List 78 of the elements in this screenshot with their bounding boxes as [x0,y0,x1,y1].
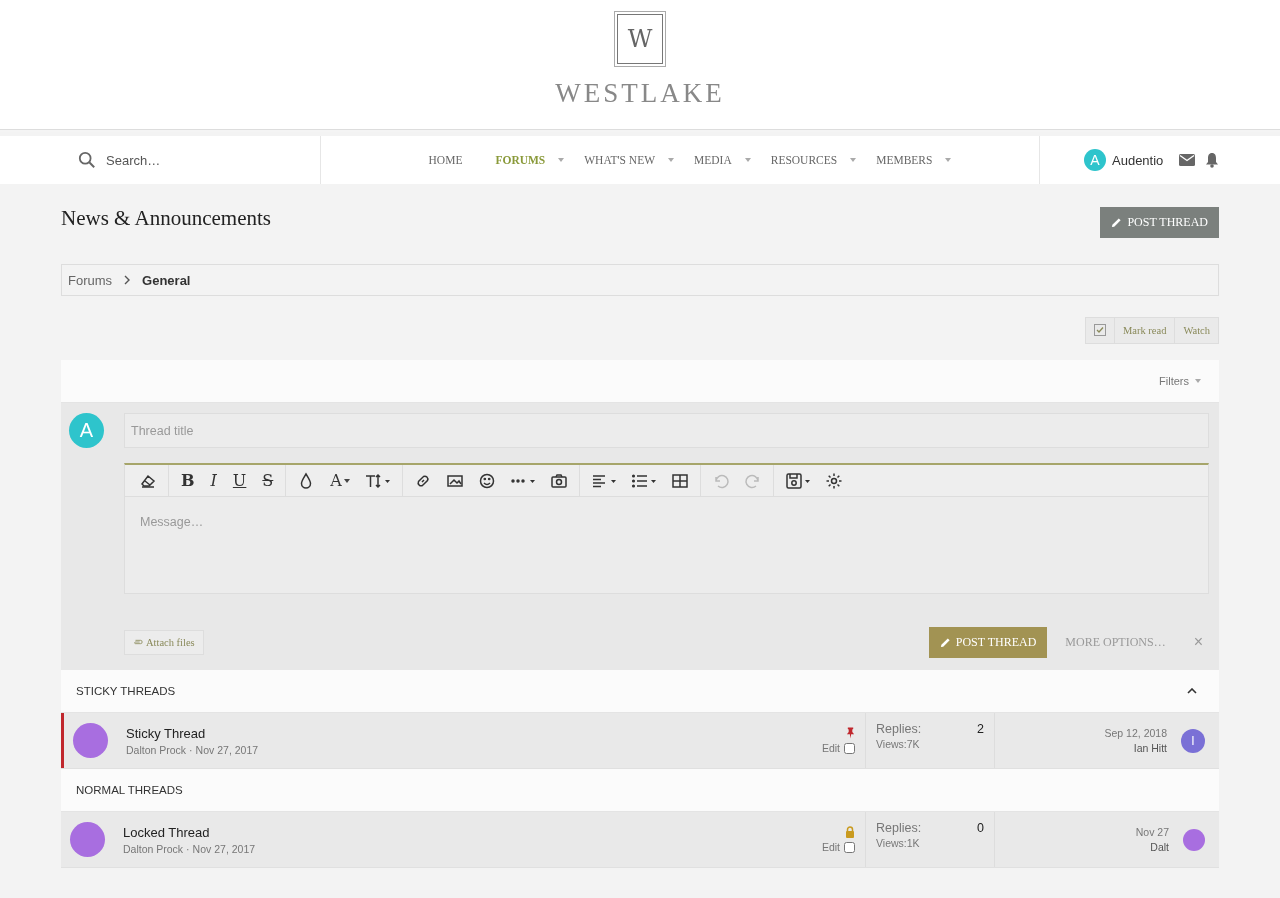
format-button[interactable]: U [224,471,255,490]
format-button[interactable]: I [202,471,225,490]
author-link[interactable]: Dalton Prock [123,842,184,855]
stat-label: Replies: [876,820,922,835]
pencil-icon [1111,217,1123,228]
chevron-icon [124,275,131,285]
separator-dot: · [189,743,193,756]
breadcrumb-link[interactable]: Forums [68,272,113,288]
smiley-icon[interactable] [477,471,496,490]
select-checkbox[interactable] [844,742,855,754]
date-link[interactable]: Nov 27, 2017 [195,743,259,756]
section-title: NORMAL THREADS [76,784,183,796]
gear-icon[interactable] [824,471,843,490]
last-post-date[interactable]: Sep 12, 2018 [1104,727,1167,739]
thread-title-link[interactable]: Locked Thread [123,824,804,840]
action-button[interactable]: Mark read [1114,318,1175,343]
post-thread-button[interactable]: POST THREAD [1100,207,1219,238]
author-link[interactable]: Dalton Prock [126,743,187,756]
paperclip-icon [133,639,143,645]
edit-link[interactable]: Edit [821,742,840,754]
table-icon[interactable] [670,471,689,490]
nav-tab[interactable]: RESOURCES [770,154,838,166]
last-poster-link[interactable]: Dalt [1150,841,1169,853]
format-button[interactable]: A [322,471,358,490]
caret-icon [343,478,350,483]
nav-tab[interactable]: MEMBERS [876,154,933,166]
stat-label: Replies: [876,721,922,736]
avatar-placeholder [70,822,105,857]
stat-value: 0 [977,820,984,835]
nav-tab[interactable]: FORUMS [495,154,546,166]
text-size-icon[interactable] [364,471,391,490]
pencil-icon [939,637,951,648]
nav-tab[interactable]: WHAT'S NEW [584,154,655,166]
thread-row[interactable]: Sticky Thread Dalton Prock · Nov 27, 2017 Edit Replies: 2 Views:7K Sep 12, 2018 Ian Hitt I [61,713,1219,769]
nav-tab[interactable]: MEDIA [694,154,732,166]
page-title: News & Announcements [61,206,271,231]
avatar-placeholder [73,723,108,758]
collapse-chevron-icon[interactable] [1187,688,1197,694]
separator-dot: · [186,842,190,855]
action-button[interactable]: Watch [1174,318,1218,343]
date-link[interactable]: Nov 27, 2017 [192,842,256,855]
search-field[interactable]: Search… [104,151,268,169]
thread-title-link[interactable]: Sticky Thread [126,725,804,741]
post-thread-button[interactable]: POST THREAD [928,627,1048,658]
bell-icon[interactable] [1205,152,1220,168]
stat-value: 1K [906,836,920,851]
envelope-icon[interactable] [1179,154,1196,166]
checkbox-icon [1094,323,1106,336]
attach-files-button[interactable]: Attach files [124,629,204,655]
user-avatar: I [1181,728,1205,753]
user-avatar: A [69,413,104,448]
stat-label: Views: [876,836,907,851]
stat-value: 2 [977,721,984,736]
last-post-date[interactable]: Nov 27 [1135,826,1169,838]
logo-mark: W [617,14,663,64]
section-title: STICKY THREADS [76,685,176,697]
avatar-placeholder [1183,828,1205,851]
stat-label: Views: [876,737,907,752]
site-name: WESTLAKE [555,78,725,109]
edit-link[interactable]: Edit [821,841,840,853]
stat-value: 7K [906,737,920,752]
camera-icon[interactable] [549,471,568,490]
list-icon[interactable] [630,471,657,490]
thread-row[interactable]: Locked Thread Dalton Prock · Nov 27, 2017 Edit Replies: 0 Views:1K Nov 27 Dalt [61,812,1219,868]
thread-title-field[interactable]: Thread title [124,413,1209,448]
breadcrumb-link[interactable]: General [142,272,367,288]
search-icon[interactable] [78,151,96,169]
format-button[interactable]: S [254,471,282,490]
pin-icon [846,727,855,739]
save-icon[interactable] [784,471,811,490]
nav-tab[interactable]: HOME [428,154,463,166]
format-button[interactable]: B [173,471,203,490]
user-link[interactable]: Audentio [1112,152,1164,168]
padlock-icon [845,826,855,838]
last-poster-link[interactable]: Ian Hitt [1133,742,1167,754]
filters-link[interactable]: Filters [1159,375,1189,387]
select-checkbox[interactable] [844,841,855,853]
message-field[interactable]: Message… [125,497,1208,593]
